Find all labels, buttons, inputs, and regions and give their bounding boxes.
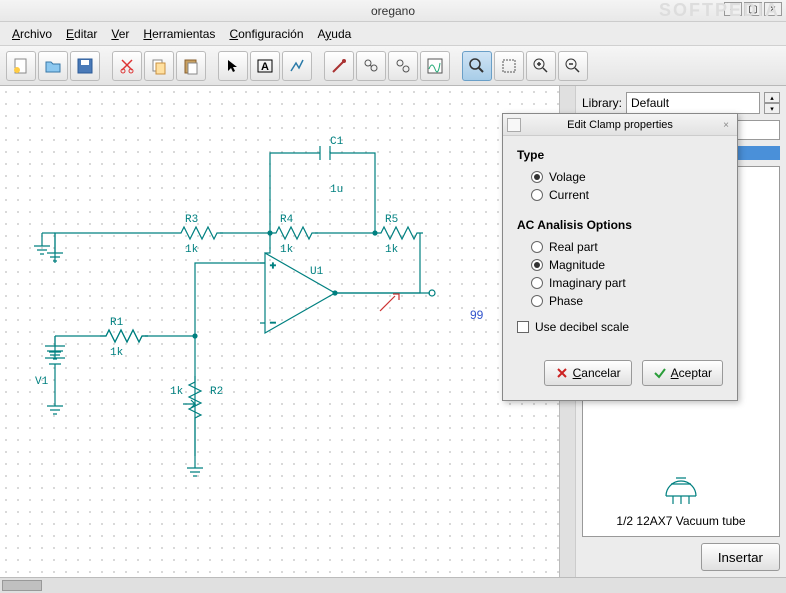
zoom-in-button[interactable]	[526, 51, 556, 81]
label-c1-val: 1u	[330, 184, 343, 196]
wire-tool[interactable]	[282, 51, 312, 81]
cut-button[interactable]	[112, 51, 142, 81]
zoom-out-button[interactable]	[558, 51, 588, 81]
radio-magnitude[interactable]: Magnitude	[517, 256, 723, 274]
radio-real[interactable]: Real part	[517, 238, 723, 256]
radio-icon	[531, 171, 543, 183]
minimize-button[interactable]: –	[724, 2, 742, 16]
label-r4-val: 1k	[280, 244, 293, 256]
dialog-title-text: Edit Clamp properties	[567, 119, 673, 131]
clamp-properties-dialog: Edit Clamp properties × Type Volage Curr…	[502, 113, 738, 401]
save-file-button[interactable]	[70, 51, 100, 81]
label-r2-val: 1k	[170, 386, 183, 398]
close-button[interactable]: ×	[764, 2, 782, 16]
menu-ver[interactable]: Ver	[105, 24, 135, 44]
menu-editar[interactable]: Editar	[60, 24, 103, 44]
type-heading: Type	[517, 148, 723, 162]
library-selected: Default	[631, 96, 669, 110]
library-select[interactable]: Default	[626, 92, 760, 114]
cancel-button[interactable]: Cancelar	[544, 360, 632, 386]
accept-icon	[653, 366, 667, 380]
radio-icon	[531, 241, 543, 253]
window-title: oregano	[371, 4, 415, 18]
label-c1: C1	[330, 136, 343, 148]
maximize-button[interactable]: ▢	[744, 2, 762, 16]
checkbox-decibel[interactable]: Use decibel scale	[517, 310, 723, 334]
library-up[interactable]: ▴	[764, 92, 780, 103]
label-r1-val: 1k	[110, 347, 123, 359]
radio-icon	[531, 259, 543, 271]
radio-icon	[531, 277, 543, 289]
radio-voltage[interactable]: Volage	[517, 168, 723, 186]
label-r4: R4	[280, 214, 293, 226]
text-tool[interactable]: A	[250, 51, 280, 81]
accept-button[interactable]: Aceptar	[642, 360, 723, 386]
library-down[interactable]: ▾	[764, 103, 780, 114]
new-file-button[interactable]	[6, 51, 36, 81]
open-file-button[interactable]	[38, 51, 68, 81]
simulate-button[interactable]	[356, 51, 386, 81]
vacuum-tube-icon	[651, 456, 711, 506]
library-label: Library:	[582, 96, 622, 110]
menubar: Archivo Editar Ver Herramientas Configur…	[0, 22, 786, 46]
net-99: 99	[470, 308, 483, 322]
copy-button[interactable]	[144, 51, 174, 81]
radio-phase[interactable]: Phase	[517, 292, 723, 310]
svg-text:−: −	[270, 318, 276, 329]
settings-button[interactable]	[388, 51, 418, 81]
menu-ayuda[interactable]: Ayuda	[312, 24, 358, 44]
canvas[interactable]: + − C1 1u R3 1k R4 1k R5 1k U1 R1 1k 1k …	[0, 86, 576, 577]
dialog-close-button[interactable]: ×	[719, 118, 733, 132]
scrollbar-h[interactable]	[0, 577, 786, 593]
label-r2: R2	[210, 386, 223, 398]
ac-heading: AC Analisis Options	[517, 218, 723, 232]
label-r3-val: 1k	[185, 244, 198, 256]
zoom-tool[interactable]	[462, 51, 492, 81]
label-r5-val: 1k	[385, 244, 398, 256]
label-r1: R1	[110, 317, 123, 329]
schematic: + −	[0, 86, 575, 577]
radio-imaginary[interactable]: Imaginary part	[517, 274, 723, 292]
dialog-titlebar: Edit Clamp properties ×	[503, 114, 737, 136]
titlebar: oregano – ▢ ×	[0, 0, 786, 22]
radio-icon	[531, 295, 543, 307]
label-v1: V1	[35, 376, 48, 388]
svg-text:+: +	[270, 261, 276, 272]
cancel-icon	[555, 366, 569, 380]
paste-button[interactable]	[176, 51, 206, 81]
part-name: 1/2 12AX7 Vacuum tube	[616, 514, 745, 528]
toolbar: A	[0, 46, 786, 86]
menu-archivo[interactable]: Archivo	[6, 24, 58, 44]
pointer-tool[interactable]	[218, 51, 248, 81]
zoom-region-button[interactable]	[494, 51, 524, 81]
checkbox-icon	[517, 321, 529, 333]
radio-icon	[531, 189, 543, 201]
insert-button[interactable]: Insertar	[701, 543, 780, 571]
svg-text:A: A	[261, 61, 269, 73]
label-r3: R3	[185, 214, 198, 226]
menu-configuracion[interactable]: Configuración	[223, 24, 309, 44]
label-u1: U1	[310, 266, 323, 278]
radio-current[interactable]: Current	[517, 186, 723, 204]
probe-tool[interactable]	[324, 51, 354, 81]
dialog-icon	[507, 118, 521, 132]
menu-herramientas[interactable]: Herramientas	[137, 24, 221, 44]
label-r5: R5	[385, 214, 398, 226]
plot-button[interactable]	[420, 51, 450, 81]
